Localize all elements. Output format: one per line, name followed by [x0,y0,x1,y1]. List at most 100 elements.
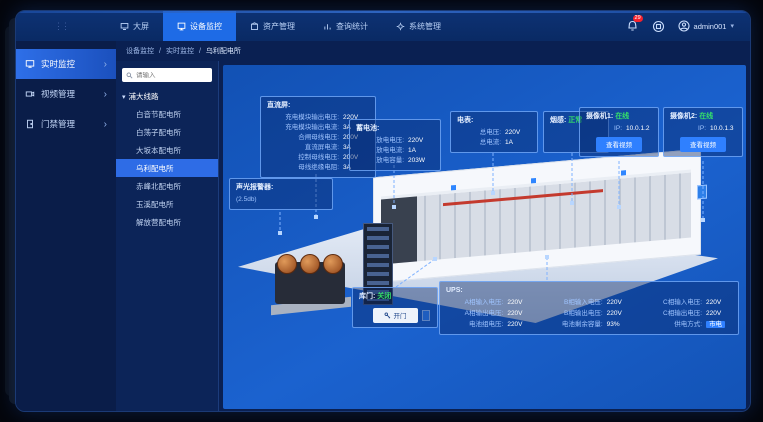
transformer-body [275,262,345,304]
username: admin001 [694,22,727,31]
breadcrumb-item[interactable]: 实时监控 [166,46,194,56]
field-label: C相输入电压: [645,298,702,308]
breadcrumb-separator: / [159,48,161,55]
tab-asset-management[interactable]: 资产管理 [236,11,309,41]
tab-device-monitoring[interactable]: 设备监控 [163,11,236,41]
user-menu[interactable]: admin001 ▾ [678,20,734,32]
status-badge: 在线 [615,113,629,120]
app-window: ⋮⋮ 大屏 设备监控 资产管理 查询统计 系统管理 29 [15,10,751,412]
tree-group-label: 浦大线路 [129,91,159,102]
sidebar-item-label: 门禁管理 [41,118,75,130]
field-value: 市电 [706,320,732,330]
field-label: A相输出电压: [446,309,503,319]
device-marker [531,178,536,183]
nav-label: 系统管理 [409,21,441,32]
field-value: 93% [607,320,633,330]
tree-item[interactable]: 解放营配电所 [122,213,212,231]
transformer-coil [277,254,297,274]
field-label: IP: [586,124,622,134]
key-icon [384,312,391,319]
panel-title: 直流屏: [267,101,369,112]
nav-label: 查询统计 [336,21,368,32]
field-value: 1A [505,138,531,148]
field-label: 充电模块输出电压: [267,113,339,123]
field-label: 控制母线电压: [267,153,339,163]
search-input[interactable] [136,72,208,79]
panel-title: UPS: [446,286,732,297]
video-camera-icon [25,89,35,99]
chart-icon [323,22,332,31]
field-label: 放电电压: [356,136,404,146]
field-label: B相输入电压: [545,298,602,308]
chevron-right-icon: › [104,89,107,100]
station-tree-panel: ▾ 浦大线路 白音节配电所 白荡子配电所 大坂本配电所 乌利配电所 赤峰北配电所… [116,61,219,412]
field-value: 10.0.1.3 [710,124,736,134]
sidebar-item-realtime-monitoring[interactable]: 实时监控 › [16,49,116,79]
gear-icon [396,22,405,31]
tree-item[interactable]: 大坂本配电所 [122,141,212,159]
field-value: 220V [505,128,531,138]
device-marker [451,185,456,190]
nav-label: 设备监控 [190,21,222,32]
ups-panel: UPS: A相输入电压:220V B相输入电压:220V C相输入电压:220V… [439,281,739,335]
view-video-button[interactable]: 查看视频 [680,137,726,152]
field-value: 203W [408,156,434,166]
tree-group[interactable]: ▾ 浦大线路 [122,91,212,102]
panel-title: 摄像机1: 在线 [586,112,652,123]
field-label: C相输出电压: [645,309,702,319]
fullscreen-icon [652,20,665,33]
monitor-icon [177,22,186,31]
field-label: 放电电流: [356,146,404,156]
field-value: 220V [408,136,434,146]
tree-search[interactable] [122,68,212,82]
open-door-button[interactable]: 开门 [373,308,418,323]
field-label: 母线绝缘电阻: [267,163,339,173]
sidebar-item-label: 视频管理 [41,88,75,100]
notification-bell-button[interactable]: 29 [626,20,639,33]
tree-item-selected[interactable]: 乌利配电所 [116,159,218,177]
nav-label: 大屏 [133,21,149,32]
field-value: (2.5db) [236,195,326,205]
tab-dashboard[interactable]: 大屏 [106,11,163,41]
tree-item[interactable]: 赤峰北配电所 [122,177,212,195]
station-tree: ▾ 浦大线路 白音节配电所 白荡子配电所 大坂本配电所 乌利配电所 赤峰北配电所… [122,91,212,231]
station-3d-view: 直流屏: 充电模块输出电压:220V 充电模块输出电流:3A 合闸母线电压:20… [223,65,746,409]
tree-item[interactable]: 玉溪配电所 [122,195,212,213]
field-value: 1A [408,146,434,156]
status-badge: 在线 [699,113,713,120]
sidebar-item-access-control[interactable]: 门禁管理 › [16,109,116,139]
view-video-button[interactable]: 查看视频 [596,137,642,152]
field-label: B相输出电压: [545,309,602,319]
field-value: 10.0.1.2 [626,124,652,134]
breadcrumb: 设备监控 / 实时监控 / 乌利配电所 [116,41,750,61]
power-mode-badge: 市电 [706,321,725,328]
field-value: 220V [706,298,732,308]
tree-item[interactable]: 白荡子配电所 [122,123,212,141]
tab-query-statistics[interactable]: 查询统计 [309,11,382,41]
nav-label: 资产管理 [263,21,295,32]
field-label: 直流屏电流: [267,143,339,153]
screen-icon [120,22,129,31]
breadcrumb-item[interactable]: 设备监控 [126,46,154,56]
fullscreen-button[interactable] [652,20,665,33]
device-marker [621,170,626,175]
drag-handle-icon: ⋮⋮ [16,11,106,41]
panel-title: 蓄电池: [356,124,434,135]
sidebar-item-video-management[interactable]: 视频管理 › [16,79,116,109]
box-icon [250,22,259,31]
chevron-expanded-icon: ▾ [122,93,126,101]
status-badge: 关闭 [377,293,391,300]
field-label: 总电压: [457,128,501,138]
top-nav: ⋮⋮ 大屏 设备监控 资产管理 查询统计 系统管理 29 [16,11,750,41]
panel-title: 摄像机2: 在线 [670,112,736,123]
sidebar-item-label: 实时监控 [41,58,75,70]
field-label: 合闸母线电压: [267,133,339,143]
chevron-right-icon: › [104,119,107,130]
sidebar: 实时监控 › 视频管理 › 门禁管理 › [16,41,116,412]
field-label: IP: [670,124,706,134]
panel-title: 电表: [457,116,531,127]
tree-item[interactable]: 白音节配电所 [122,105,212,123]
tab-system-management[interactable]: 系统管理 [382,11,455,41]
field-label: 总电流: [457,138,501,148]
avatar-icon [678,20,690,32]
